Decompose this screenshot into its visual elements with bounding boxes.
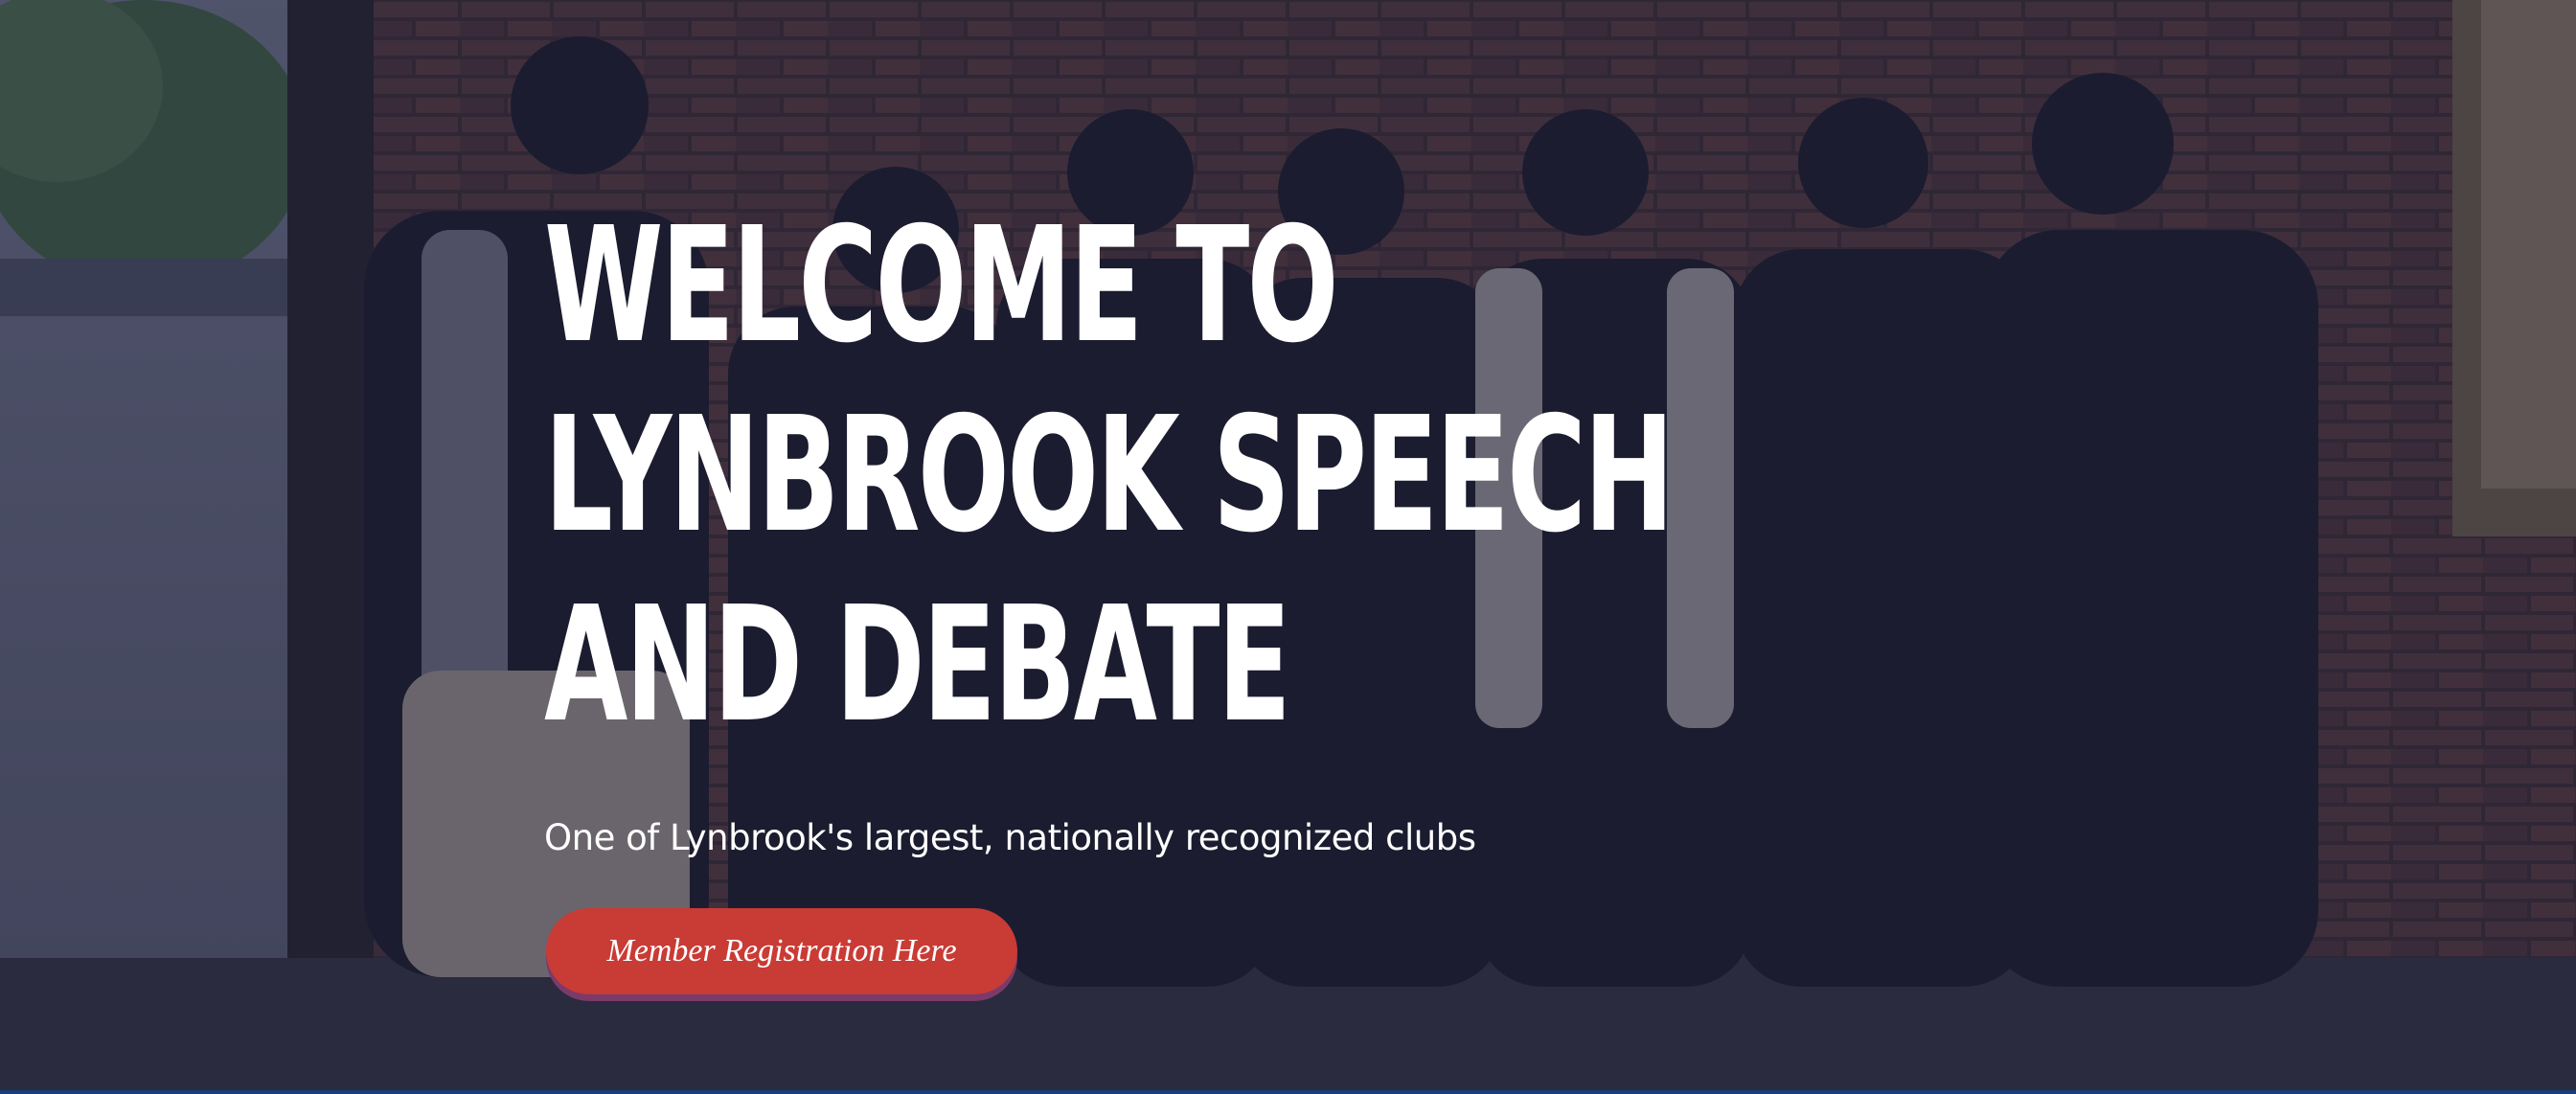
member-registration-button[interactable]: Member Registration Here bbox=[546, 908, 1017, 994]
hero-title-line-1: WELCOME TO bbox=[544, 194, 1339, 378]
bottom-border bbox=[0, 1090, 2576, 1094]
hero-content: WELCOME TO LYNBROOK SPEECH AND DEBATE bbox=[544, 192, 1885, 761]
hero-title: WELCOME TO LYNBROOK SPEECH AND DEBATE bbox=[544, 192, 1675, 761]
hero-section: WELCOME TO LYNBROOK SPEECH AND DEBATE On… bbox=[0, 0, 2576, 1094]
hero-title-line-2: LYNBROOK SPEECH bbox=[544, 383, 1675, 568]
hero-subtitle: One of Lynbrook's largest, nationally re… bbox=[544, 817, 1476, 858]
hero-title-line-3: AND DEBATE bbox=[544, 573, 1291, 758]
